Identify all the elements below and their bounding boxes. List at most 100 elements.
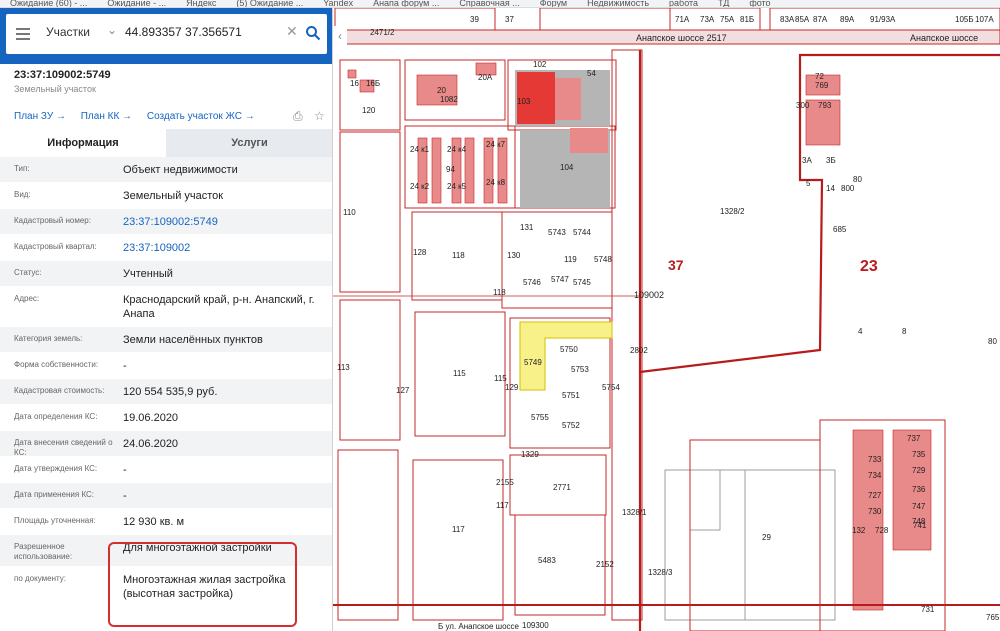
info-row: Дата определения КС: 19.06.2020 xyxy=(0,405,332,431)
star-icon[interactable]: ☆ xyxy=(314,109,325,123)
info-value: 12 930 кв. м xyxy=(123,516,185,528)
map-label: 1082 xyxy=(440,95,458,104)
bookmark-item[interactable]: Форум xyxy=(540,0,567,7)
tabs: Информация Услуги xyxy=(0,129,332,157)
search-input[interactable] xyxy=(125,25,285,39)
info-key: Дата применения КС: xyxy=(14,490,95,499)
bookmark-item[interactable]: фото xyxy=(749,0,770,7)
industrial-buildings xyxy=(515,70,610,208)
map-label: 4 xyxy=(858,327,863,336)
map-label: 110 xyxy=(343,208,356,217)
map-label: 8 xyxy=(902,327,907,336)
tab-info[interactable]: Информация xyxy=(0,129,166,157)
map-label: 14 xyxy=(826,184,835,193)
map-label: 89А xyxy=(840,15,855,24)
map-label: 29 xyxy=(762,533,771,542)
bookmark-item[interactable]: Справочная ... xyxy=(459,0,519,7)
map-label: 113 xyxy=(337,363,350,372)
tab-services[interactable]: Услуги xyxy=(166,129,332,157)
create-parcel-link[interactable]: Создать участок ЖС → xyxy=(147,111,255,122)
search-mode-select[interactable]: Участки xyxy=(46,25,90,39)
info-value: Учтенный xyxy=(123,268,173,280)
plan-zu-link[interactable]: План ЗУ → xyxy=(14,111,66,122)
map-label: 103 xyxy=(517,97,531,106)
bookmark-item[interactable]: Yandex xyxy=(323,0,353,7)
map-label: 130 xyxy=(507,251,521,260)
map-label: 5750 xyxy=(560,345,578,354)
info-value[interactable]: 23:37:109002 xyxy=(123,241,323,255)
bookmark-item[interactable]: ТД xyxy=(718,0,729,7)
district-37: 37 xyxy=(668,257,684,273)
map-label: 39 xyxy=(470,15,479,24)
info-value[interactable]: 23:37:109002:5749 xyxy=(123,215,323,229)
map-label: 735 xyxy=(912,450,926,459)
info-row: Адрес: Краснодарский край, р-н. Анапский,… xyxy=(0,287,332,327)
map-label: 16Б xyxy=(366,79,380,88)
map-label: 80 xyxy=(853,175,862,184)
info-row: Вид: Земельный участок xyxy=(0,183,332,209)
bookmark-item[interactable]: Ожидание - ... xyxy=(107,0,166,7)
map-label: 24 к8 xyxy=(486,178,506,187)
collapse-panel-button[interactable]: ‹ xyxy=(333,26,347,46)
road-label-1: Анапское шоссе 2517 xyxy=(636,33,727,43)
chevron-down-icon[interactable]: ⌄ xyxy=(107,23,117,37)
info-row: Дата внесения сведений о КС: 24.06.2020 xyxy=(0,431,332,457)
info-value: - xyxy=(123,490,127,502)
info-key: Кадастровый квартал: xyxy=(14,242,97,251)
map-label: 24 к1 xyxy=(410,145,430,154)
map-label: 734 xyxy=(868,471,882,480)
map-label: 102 xyxy=(533,60,547,69)
info-key: Кадастровая стоимость: xyxy=(14,386,105,395)
info-key: Дата внесения сведений о КС: xyxy=(14,438,113,457)
info-row: Кадастровая стоимость: 120 554 535,9 руб. xyxy=(0,379,332,405)
info-key: Статус: xyxy=(14,268,42,277)
map-label: 5483 xyxy=(538,556,556,565)
info-value: - xyxy=(123,464,127,476)
map-label: 131 xyxy=(520,223,534,232)
close-icon[interactable]: ✕ xyxy=(286,23,298,40)
map-label: 685 xyxy=(833,225,847,234)
menu-icon[interactable] xyxy=(16,28,30,40)
highlight-box xyxy=(108,542,297,627)
map-label: 20 xyxy=(437,86,446,95)
info-row: Статус: Учтенный xyxy=(0,261,332,287)
app-root: Ожидание (60) - ... Ожидание - ... Яндекс (… xyxy=(0,0,1000,631)
report-icon[interactable]: ⎙ xyxy=(293,109,303,123)
bookmark-item[interactable]: Ожидание (60) - ... xyxy=(10,0,87,7)
search-icon[interactable] xyxy=(305,25,321,41)
info-row: Дата утверждения КС: - xyxy=(0,457,332,483)
search-bar: Участки ⌄ ✕ xyxy=(0,8,332,64)
map-label: 24 к7 xyxy=(486,140,506,149)
map-label: 81Б xyxy=(740,15,754,24)
map-label: 5745 xyxy=(573,278,591,287)
map-label: 765 xyxy=(986,613,1000,622)
bookmark-item[interactable]: Анапа форум ... xyxy=(373,0,439,7)
info-row: Площадь уточненная: 12 930 кв. м xyxy=(0,509,332,535)
map-label: 132 xyxy=(852,526,866,535)
tool-icons: ⎙ ☆ xyxy=(285,109,325,124)
map-label: 75А xyxy=(720,15,735,24)
map-label: 117 xyxy=(496,501,509,510)
quarter-label: 109002 xyxy=(634,290,664,300)
map-label: 115 xyxy=(453,369,466,378)
info-row: Категория земель: Земли населённых пункто… xyxy=(0,327,332,353)
map-label: 120 xyxy=(362,106,376,115)
map-label: 736 xyxy=(912,485,926,494)
map-label: 105Б xyxy=(955,15,974,24)
map-label: 24 к4 xyxy=(447,145,467,154)
bookmark-item[interactable]: работа xyxy=(669,0,698,7)
info-key: Дата утверждения КС: xyxy=(14,464,98,473)
bookmark-item[interactable]: Яндекс xyxy=(186,0,216,7)
map-label: 54 xyxy=(587,69,596,78)
bookmark-item[interactable]: Недвижимость xyxy=(587,0,649,7)
plan-kk-link[interactable]: План КК → xyxy=(81,111,132,122)
map-label: 118 xyxy=(452,251,465,260)
bookmarks-bar: Ожидание (60) - ... Ожидание - ... Яндекс (… xyxy=(0,0,1000,8)
map-label: 727 xyxy=(868,491,882,500)
map-label: 71А xyxy=(675,15,690,24)
map-label: 5753 xyxy=(571,365,589,374)
info-value: 120 554 535,9 руб. xyxy=(123,386,218,398)
bookmark-item[interactable]: (5) Ожидание ... xyxy=(236,0,303,7)
map-label: 115 xyxy=(494,374,507,383)
info-key: Дата определения КС: xyxy=(14,412,98,421)
